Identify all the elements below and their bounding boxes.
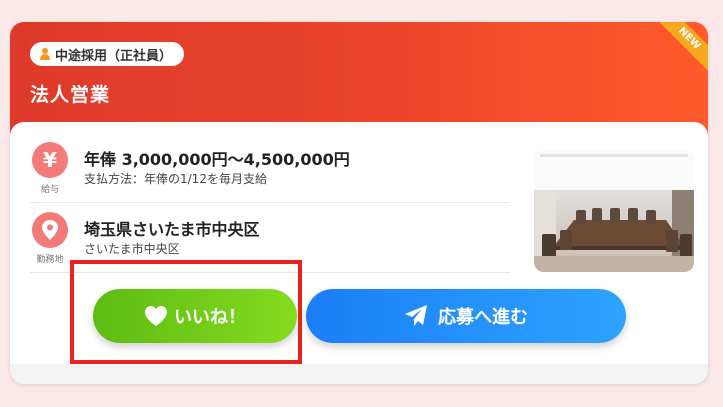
paper-plane-icon: [405, 305, 427, 326]
like-button[interactable]: いいね！: [93, 289, 297, 343]
job-card[interactable]: 中途採用（正社員） 法人営業 NEW ¥ 給与 年俸 3,000,000円～4,…: [10, 22, 708, 384]
salary-amount: 年俸 3,000,000円～4,500,000円: [84, 150, 350, 169]
job-title[interactable]: 法人営業: [30, 80, 110, 107]
employment-type-label: 中途採用（正社員）: [55, 48, 173, 64]
work-location-sub: さいたま市中央区: [84, 242, 180, 256]
location-pin-icon: [32, 212, 68, 248]
new-badge: NEW: [650, 22, 708, 78]
payment-method: 支払方法：年俸の1/12を毎月支給: [84, 172, 267, 186]
employment-type-badge: 中途採用（正社員）: [30, 42, 185, 66]
location-row: 勤務地 埼玉県さいたま市中央区 さいたま市中央区: [30, 204, 510, 273]
heart-icon: [145, 306, 167, 326]
like-button-label: いいね！: [174, 307, 246, 328]
apply-button[interactable]: 応募へ進む: [306, 289, 626, 343]
apply-button-label: 応募へ進む: [438, 307, 528, 328]
location-caption: 勤務地: [36, 255, 64, 265]
work-location: 埼玉県さいたま市中央区: [84, 220, 260, 239]
yen-icon: ¥: [32, 142, 68, 178]
office-photo: [534, 150, 694, 272]
salary-caption: 給与: [40, 185, 59, 195]
salary-row: ¥ 給与 年俸 3,000,000円～4,500,000円 支払方法：年俸の1/…: [30, 134, 510, 203]
person-icon: [40, 48, 50, 60]
card-content: ¥ 給与 年俸 3,000,000円～4,500,000円 支払方法：年俸の1/…: [10, 122, 708, 364]
